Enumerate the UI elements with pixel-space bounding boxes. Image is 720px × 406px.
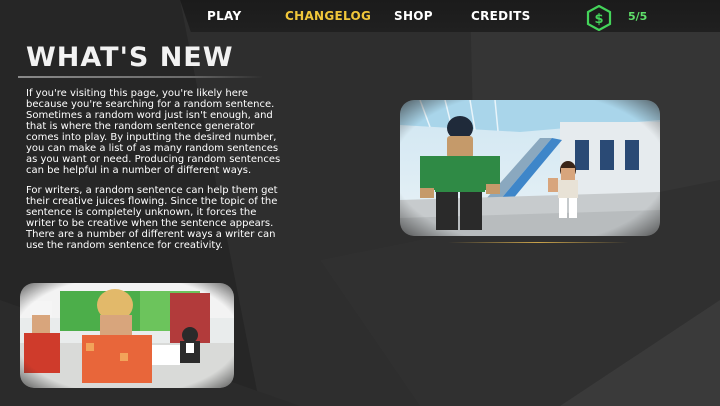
currency-counter: 5/5 xyxy=(628,10,648,23)
mall-scene-image xyxy=(400,100,660,236)
title-underline xyxy=(18,76,263,78)
page-title: WHAT'S NEW xyxy=(26,42,234,73)
nav-tab-changelog[interactable]: CHANGELOG xyxy=(285,9,371,23)
dollar-hexagon-icon: $ xyxy=(586,4,612,32)
svg-text:$: $ xyxy=(594,12,603,27)
restaurant-scene-image xyxy=(20,283,234,388)
changelog-paragraph-1: If you're visiting this page, you're lik… xyxy=(26,88,281,176)
image-underline xyxy=(448,242,628,243)
changelog-paragraph-2: For writers, a random sentence can help … xyxy=(26,185,278,251)
nav-tab-credits[interactable]: CREDITS xyxy=(471,9,531,23)
nav-tab-shop[interactable]: SHOP xyxy=(394,9,433,23)
nav-tab-play[interactable]: PLAY xyxy=(207,9,241,23)
